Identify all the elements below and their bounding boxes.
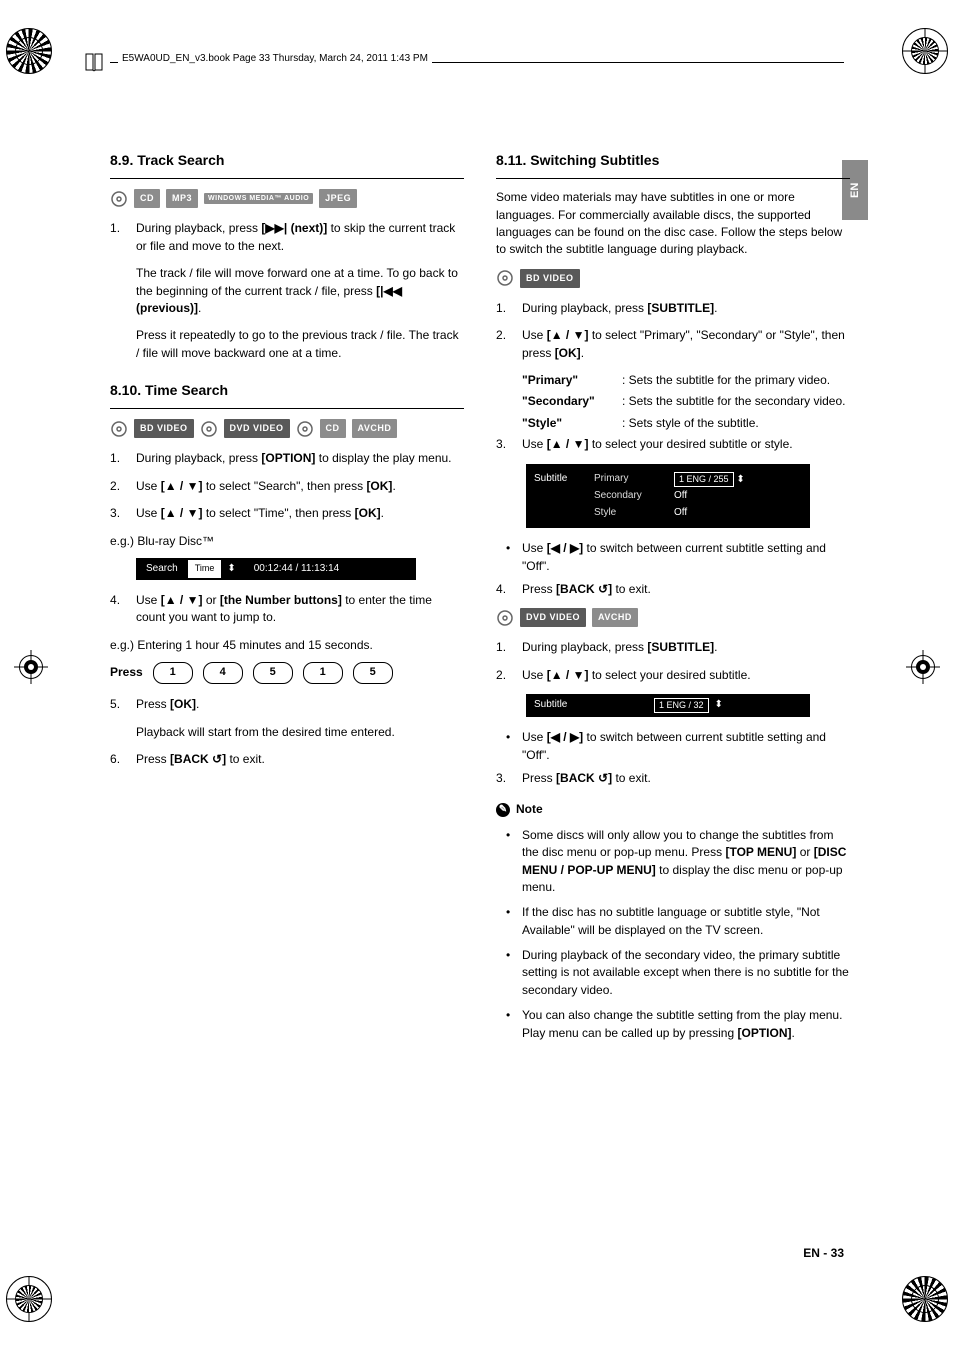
register-mark-left (14, 650, 48, 684)
badge-cd: CD (134, 189, 160, 208)
osd-subtitle-panel: SubtitlePrimary1 ENG / 255 ⬍ SecondaryOf… (526, 464, 810, 529)
s811a-step-1: During playback, press [SUBTITLE]. (496, 300, 850, 317)
s811b-step-3: Press [BACK ↺] to exit. (496, 770, 850, 787)
crop-mark-br (902, 1276, 948, 1322)
s811-badges-bd: BD VIDEO (496, 269, 850, 288)
note-2: If the disc has no subtitle language or … (496, 904, 850, 939)
press-digits-row: Press 1 4 5 1 5 (110, 662, 464, 684)
crop-mark-bl (6, 1276, 52, 1322)
keycap-4: 4 (203, 662, 243, 684)
def-primary: "Primary": Sets the subtitle for the pri… (522, 372, 850, 389)
right-column: 8.11. Switching Subtitles Some video mat… (496, 150, 850, 1050)
section-8-9-title: 8.9. Track Search (110, 150, 464, 170)
s811b-step-1: During playback, press [SUBTITLE]. (496, 639, 850, 656)
s811-intro: Some video materials may have subtitles … (496, 189, 850, 259)
header-running-text: E5WA0UD_EN_v3.book Page 33 Thursday, Mar… (118, 53, 432, 64)
badge-bd: BD VIDEO (520, 269, 580, 288)
osd-search-bar: Search Time ⬍ 00:12:44 / 11:13:14 (136, 558, 416, 580)
keycap-5: 5 (353, 662, 393, 684)
disc-icon (496, 609, 514, 627)
crop-mark-tl (6, 28, 52, 74)
badge-avchd: AVCHD (592, 608, 638, 627)
s811a-bullet: Use [◀ / ▶] to switch between current su… (496, 540, 850, 575)
crop-mark-tr (902, 28, 948, 74)
s810-eg2: e.g.) Entering 1 hour 45 minutes and 15 … (110, 637, 464, 654)
s810-step-6: Press [BACK ↺] to exit. (110, 751, 464, 768)
note-1: Some discs will only allow you to change… (496, 827, 850, 897)
note-icon: ✎ (496, 803, 510, 817)
s810-badges: BD VIDEO DVD VIDEO CD AVCHD (110, 419, 464, 438)
badge-jpeg: JPEG (319, 189, 357, 208)
s811a-step-3: Use [▲ / ▼] to select your desired subti… (496, 436, 850, 453)
s810-step-5: Press [OK].Playback will start from the … (110, 696, 464, 741)
s810-step-3: Use [▲ / ▼] to select "Time", then press… (110, 505, 464, 522)
section-8-11-title: 8.11. Switching Subtitles (496, 150, 850, 170)
disc-icon (110, 190, 128, 208)
note-list: Some discs will only allow you to change… (496, 827, 850, 1042)
note-3: During playback of the secondary video, … (496, 947, 850, 999)
def-secondary: "Secondary": Sets the subtitle for the s… (522, 393, 850, 410)
s811-badges-dvd: DVD VIDEO AVCHD (496, 608, 850, 627)
s811b-bullet: Use [◀ / ▶] to switch between current su… (496, 729, 850, 764)
osd-subtitle-bar: Subtitle 1 ENG / 32 ⬍ (526, 694, 810, 717)
section-8-10-title: 8.10. Time Search (110, 380, 464, 400)
note-4: You can also change the subtitle setting… (496, 1007, 850, 1042)
badge-cd: CD (320, 419, 346, 438)
disc-icon (496, 269, 514, 287)
s810-step-2: Use [▲ / ▼] to select "Search", then pre… (110, 478, 464, 495)
s810-eg1: e.g.) Blu-ray Disc™ (110, 533, 464, 550)
badge-mp3: MP3 (166, 189, 198, 208)
def-style: "Style": Sets style of the subtitle. (522, 415, 850, 432)
badge-wma: WINDOWS MEDIA™ AUDIO (204, 193, 313, 204)
badge-bd: BD VIDEO (134, 419, 194, 438)
badge-avchd: AVCHD (352, 419, 398, 438)
keycap-5: 5 (253, 662, 293, 684)
s89-badges: CD MP3 WINDOWS MEDIA™ AUDIO JPEG (110, 189, 464, 208)
book-icon (82, 51, 106, 75)
disc-icon (110, 420, 128, 438)
disc-icon (296, 420, 314, 438)
s89-step-1: During playback, press [▶▶| (next)] to s… (110, 220, 464, 362)
page-footer: EN - 33 (803, 1246, 844, 1260)
badge-dvd: DVD VIDEO (224, 419, 290, 438)
note-heading: ✎Note (496, 801, 850, 818)
register-mark-right (906, 650, 940, 684)
badge-dvd: DVD VIDEO (520, 608, 586, 627)
page-root: E5WA0UD_EN_v3.book Page 33 Thursday, Mar… (0, 0, 954, 1350)
keycap-1: 1 (153, 662, 193, 684)
keycap-1: 1 (303, 662, 343, 684)
left-column: 8.9. Track Search CD MP3 WINDOWS MEDIA™ … (110, 150, 464, 1050)
disc-icon (200, 420, 218, 438)
s811a-step-4: Press [BACK ↺] to exit. (496, 581, 850, 598)
s810-step-4: Use [▲ / ▼] or [the Number buttons] to e… (110, 592, 464, 627)
s811b-step-2: Use [▲ / ▼] to select your desired subti… (496, 667, 850, 684)
s810-step-1: During playback, press [OPTION] to displ… (110, 450, 464, 467)
s811a-step-2: Use [▲ / ▼] to select "Primary", "Second… (496, 327, 850, 362)
